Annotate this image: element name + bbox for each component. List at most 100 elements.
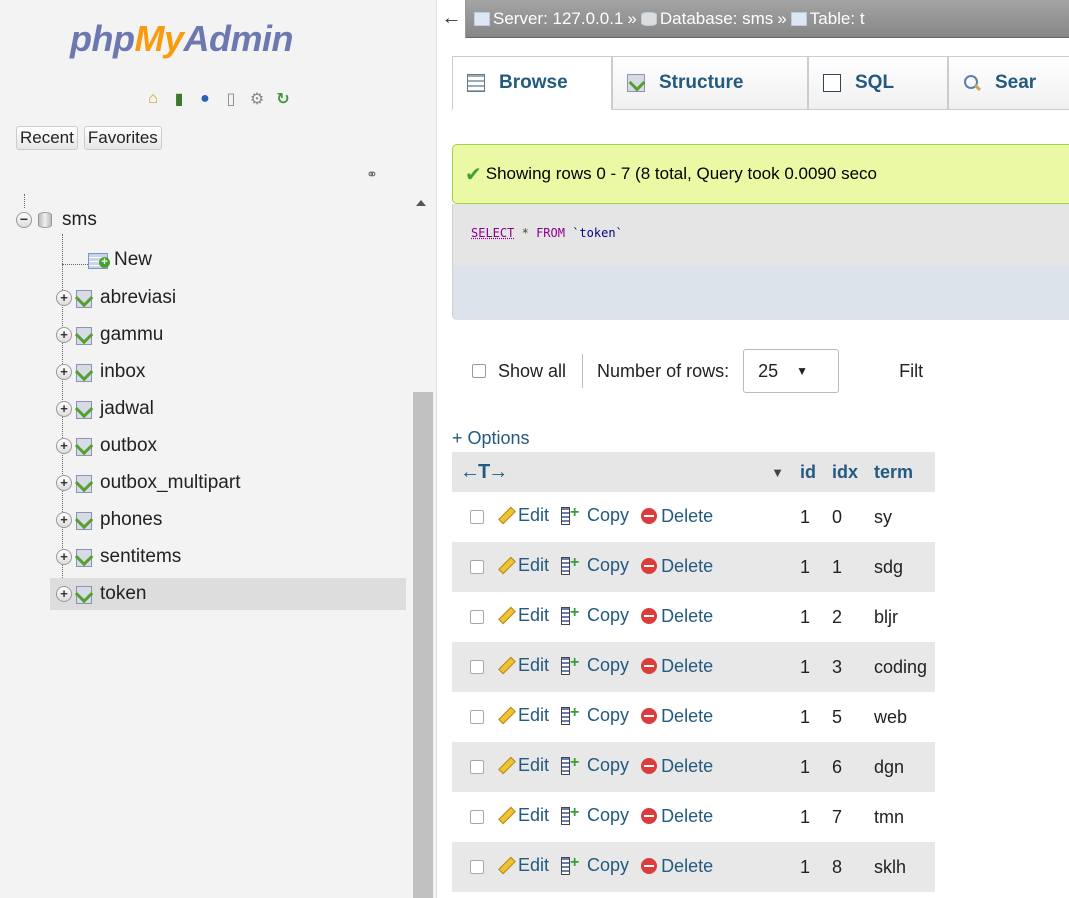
exit-icon[interactable]: ▮: [168, 88, 190, 110]
tree-item-abreviasi[interactable]: + abreviasi: [50, 282, 406, 314]
scroll-thumb[interactable]: [413, 392, 433, 898]
delete-button[interactable]: Delete: [641, 706, 713, 727]
expand-icon[interactable]: +: [56, 327, 72, 343]
copy-button[interactable]: Copy: [561, 604, 629, 626]
table-name: outbox_multipart: [100, 472, 241, 493]
back-arrow-icon[interactable]: ←: [438, 0, 466, 38]
expand-icon[interactable]: +: [56, 475, 72, 491]
breadcrumb-table[interactable]: Table: t: [790, 9, 865, 29]
expand-icon[interactable]: +: [56, 401, 72, 417]
edit-button[interactable]: Edit: [496, 655, 549, 676]
cell-idx: 2: [824, 592, 867, 642]
sql-action-bar: [453, 266, 1069, 320]
tree-scrollbar[interactable]: [411, 194, 435, 898]
options-toggle[interactable]: + Options: [452, 428, 530, 449]
row-checkbox[interactable]: [470, 860, 484, 875]
column-header-term[interactable]: term: [866, 452, 936, 492]
tree-item-gammu[interactable]: + gammu: [50, 319, 406, 351]
column-arrows-icon[interactable]: ←T→: [460, 461, 508, 483]
home-icon[interactable]: ⌂: [142, 88, 164, 110]
structure-icon: [627, 74, 645, 92]
row-checkbox[interactable]: [470, 660, 484, 675]
tree-item-new[interactable]: New: [88, 244, 406, 276]
settings-icon[interactable]: ⚙: [246, 88, 268, 110]
delete-button[interactable]: Delete: [641, 806, 713, 827]
browse-icon: [467, 74, 485, 92]
edit-button[interactable]: Edit: [496, 555, 549, 576]
row-checkbox[interactable]: [470, 610, 484, 625]
tree-item-token[interactable]: + token: [50, 578, 406, 610]
expand-icon[interactable]: +: [56, 549, 72, 565]
table-name: jadwal: [100, 398, 154, 419]
edit-button[interactable]: Edit: [496, 755, 549, 776]
row-checkbox[interactable]: [470, 760, 484, 775]
row-checkbox[interactable]: [470, 560, 484, 575]
delete-button[interactable]: Delete: [641, 656, 713, 677]
breadcrumb-server[interactable]: Server: 127.0.0.1: [466, 9, 623, 29]
delete-button[interactable]: Delete: [641, 756, 713, 777]
expand-icon[interactable]: +: [56, 438, 72, 454]
column-header-idx[interactable]: idx: [824, 452, 867, 492]
table-icon: [74, 400, 92, 419]
copy-icon: [561, 654, 583, 676]
tab-structure[interactable]: Structure: [612, 56, 808, 110]
tab-search[interactable]: Sear: [948, 56, 1069, 110]
tree-db-sms[interactable]: − sms: [16, 208, 97, 232]
delete-button[interactable]: Delete: [641, 556, 713, 577]
delete-button[interactable]: Delete: [641, 856, 713, 877]
copy-button[interactable]: Copy: [561, 654, 629, 676]
help-icon[interactable]: ●: [194, 88, 216, 110]
favorites-button[interactable]: Favorites: [83, 126, 162, 150]
row-checkbox[interactable]: [470, 510, 484, 525]
sql-query[interactable]: SELECT * FROM `token`: [471, 226, 623, 240]
row-actions: Edit Copy Delete: [452, 642, 792, 692]
reload-icon[interactable]: ↻: [272, 88, 294, 110]
delete-button[interactable]: Delete: [641, 506, 713, 527]
edit-button[interactable]: Edit: [496, 855, 549, 876]
table-icon: [74, 363, 92, 382]
tree-item-phones[interactable]: + phones: [50, 504, 406, 536]
expand-icon[interactable]: +: [56, 364, 72, 380]
edit-button[interactable]: Edit: [496, 705, 549, 726]
cell-idx: 3: [824, 642, 867, 692]
copy-button[interactable]: Copy: [561, 754, 629, 776]
show-all-box[interactable]: [472, 364, 486, 378]
row-checkbox[interactable]: [470, 710, 484, 725]
tab-bar: Browse Structure SQL Sear: [438, 38, 1069, 126]
show-all-checkbox[interactable]: Show all: [472, 361, 566, 382]
tree-item-sentitems[interactable]: + sentitems: [50, 541, 406, 573]
cell-idx: 5: [824, 692, 867, 742]
rows-select[interactable]: 25 ▼: [743, 349, 840, 393]
phpmyadmin-logo[interactable]: phpMyAdmin: [70, 18, 293, 60]
sort-triangle-icon[interactable]: ▼: [771, 465, 784, 480]
collapse-icon[interactable]: −: [16, 212, 32, 228]
copy-button[interactable]: Copy: [561, 554, 629, 576]
table-icon: [74, 548, 92, 567]
docs-icon[interactable]: ▯: [220, 88, 242, 110]
copy-button[interactable]: Copy: [561, 704, 629, 726]
edit-button[interactable]: Edit: [496, 505, 549, 526]
breadcrumb-database[interactable]: Database: sms: [640, 9, 773, 29]
recent-button[interactable]: Recent: [16, 126, 78, 150]
expand-icon[interactable]: +: [56, 290, 72, 306]
scroll-up-arrow-icon[interactable]: [416, 200, 426, 206]
expand-icon[interactable]: +: [56, 586, 72, 602]
tree-item-outbox_multipart[interactable]: + outbox_multipart: [50, 467, 406, 499]
cell-id: 1: [792, 792, 824, 842]
link-icon[interactable]: ⚭: [366, 166, 378, 183]
copy-button[interactable]: Copy: [561, 804, 629, 826]
server-icon: [474, 11, 490, 26]
tree-item-outbox[interactable]: + outbox: [50, 430, 406, 462]
edit-button[interactable]: Edit: [496, 605, 549, 626]
delete-button[interactable]: Delete: [641, 606, 713, 627]
edit-button[interactable]: Edit: [496, 805, 549, 826]
tree-item-jadwal[interactable]: + jadwal: [50, 393, 406, 425]
tab-sql[interactable]: SQL: [808, 56, 948, 110]
column-header-id[interactable]: id: [792, 452, 824, 492]
tree-item-inbox[interactable]: + inbox: [50, 356, 406, 388]
tab-browse[interactable]: Browse: [452, 56, 612, 110]
copy-button[interactable]: Copy: [561, 854, 629, 876]
copy-button[interactable]: Copy: [561, 504, 629, 526]
row-checkbox[interactable]: [470, 810, 484, 825]
expand-icon[interactable]: +: [56, 512, 72, 528]
